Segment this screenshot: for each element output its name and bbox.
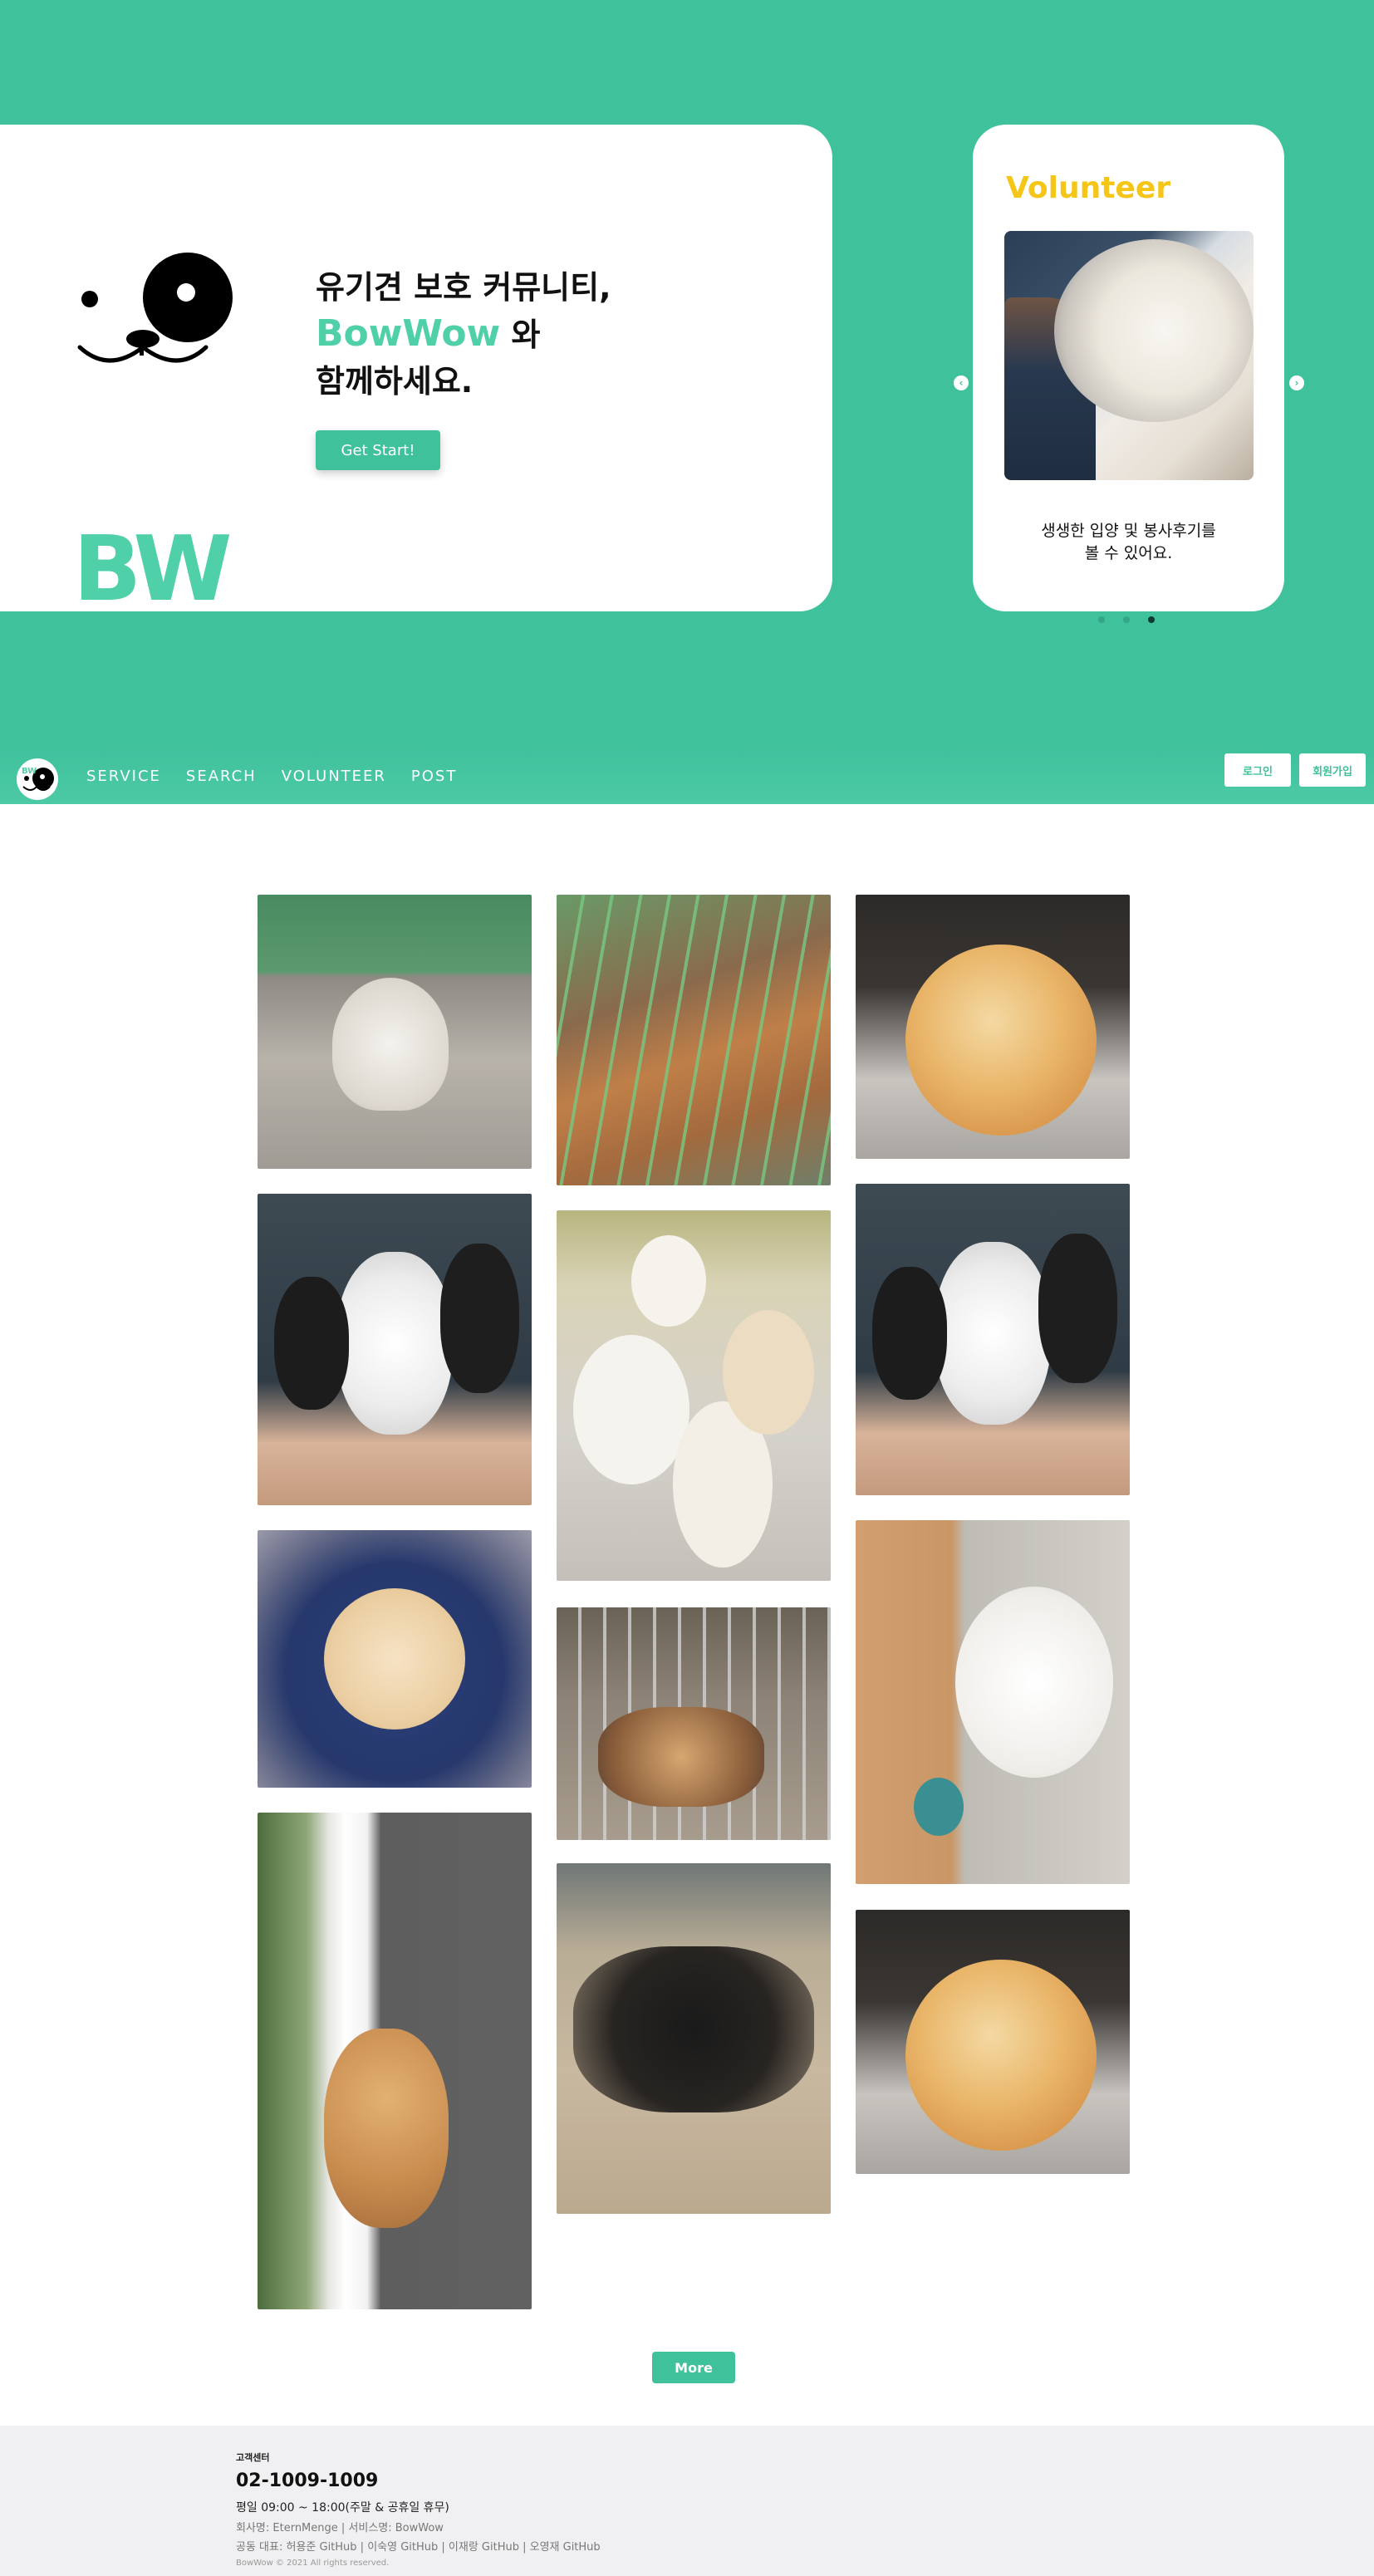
hero-headline: 유기견 보호 커뮤니티, BowWow 와 함께하세요. [316, 264, 611, 405]
gallery-photo[interactable] [557, 895, 831, 1185]
headline-line-3: 함께하세요. [316, 363, 474, 400]
footer-company: 회사명: EternMenge | 서비스명: BowWow [236, 2522, 444, 2534]
footer: 고객센터 02-1009-1009 평일 09:00 ~ 18:00(주말 & … [0, 2426, 1374, 2576]
nav-logo-mark-icon: BW [22, 767, 54, 791]
gallery-photo[interactable] [258, 1194, 532, 1505]
volunteer-title: Volunteer [1006, 171, 1171, 205]
footer-support-label: 고객센터 [236, 2452, 270, 2463]
gallery-photo[interactable] [557, 1863, 831, 2214]
footer-copyright: BowWow © 2021 All rights reserved. [236, 2559, 390, 2568]
volunteer-caption: 생생한 입양 및 봉사후기를 볼 수 있어요. [973, 520, 1284, 565]
gallery-photo[interactable] [258, 1813, 532, 2309]
headline-line-2: BowWow 와 [316, 311, 611, 358]
nav-links: SERVICE SEARCH VOLUNTEER POST [86, 748, 457, 804]
nav-logo-icon[interactable]: BW [17, 758, 58, 800]
gallery-photo[interactable] [258, 1530, 532, 1788]
footer-representatives[interactable]: 공동 대표: 허용준 GitHub | 이숙영 GitHub | 이재랑 Git… [236, 2538, 601, 2554]
brand-name: BowWow [316, 312, 501, 355]
gallery-photo[interactable] [258, 895, 532, 1169]
carousel-dot[interactable] [1123, 616, 1130, 623]
carousel-dot-active[interactable] [1148, 616, 1155, 623]
carousel-prev-icon[interactable]: ‹ [954, 375, 969, 390]
gallery-photo[interactable] [856, 1520, 1130, 1884]
dog-face-logo-icon [77, 253, 233, 363]
hero-banner: BW 유기견 보호 커뮤니티, BowWow 와 함께하세요. Get Star… [0, 0, 1374, 748]
headline-line-1: 유기견 보호 커뮤니티, [316, 269, 611, 306]
gallery-photo[interactable] [856, 895, 1130, 1159]
carousel-dot[interactable] [1098, 616, 1105, 623]
nav-logo-text: BW [22, 767, 37, 776]
volunteer-card[interactable]: Volunteer 생생한 입양 및 봉사후기를 볼 수 있어요. [973, 125, 1284, 611]
nav-link-volunteer[interactable]: VOLUNTEER [282, 768, 386, 785]
gallery-photo[interactable] [856, 1184, 1130, 1495]
caption-line-2: 볼 수 있어요. [1084, 544, 1173, 562]
gallery-photo[interactable] [557, 1210, 831, 1581]
login-button[interactable]: 로그인 [1224, 753, 1291, 787]
volunteer-photo [1004, 231, 1254, 480]
more-button[interactable]: More [652, 2352, 735, 2383]
nav-link-service[interactable]: SERVICE [86, 768, 161, 785]
nav-link-search[interactable]: SEARCH [186, 768, 257, 785]
top-navigation: BW SERVICE SEARCH VOLUNTEER POST [0, 748, 1374, 804]
get-start-button[interactable]: Get Start! [316, 430, 440, 470]
gallery-photo[interactable] [557, 1607, 831, 1840]
footer-phone: 02-1009-1009 [236, 2471, 379, 2491]
nav-link-post[interactable]: POST [411, 768, 457, 785]
footer-hours: 평일 09:00 ~ 18:00(주말 & 공휴일 휴무) [236, 2501, 449, 2515]
logo-wordmark: BW [73, 518, 233, 621]
dog-with-cone [1054, 239, 1254, 422]
gallery-photo[interactable] [856, 1910, 1130, 2174]
carousel-next-icon[interactable]: › [1289, 375, 1304, 390]
caption-line-1: 생생한 입양 및 봉사후기를 [1041, 522, 1216, 540]
signup-button[interactable]: 회원가입 [1299, 753, 1366, 787]
headline-suffix: 와 [500, 316, 541, 353]
carousel-dots [1098, 616, 1155, 623]
